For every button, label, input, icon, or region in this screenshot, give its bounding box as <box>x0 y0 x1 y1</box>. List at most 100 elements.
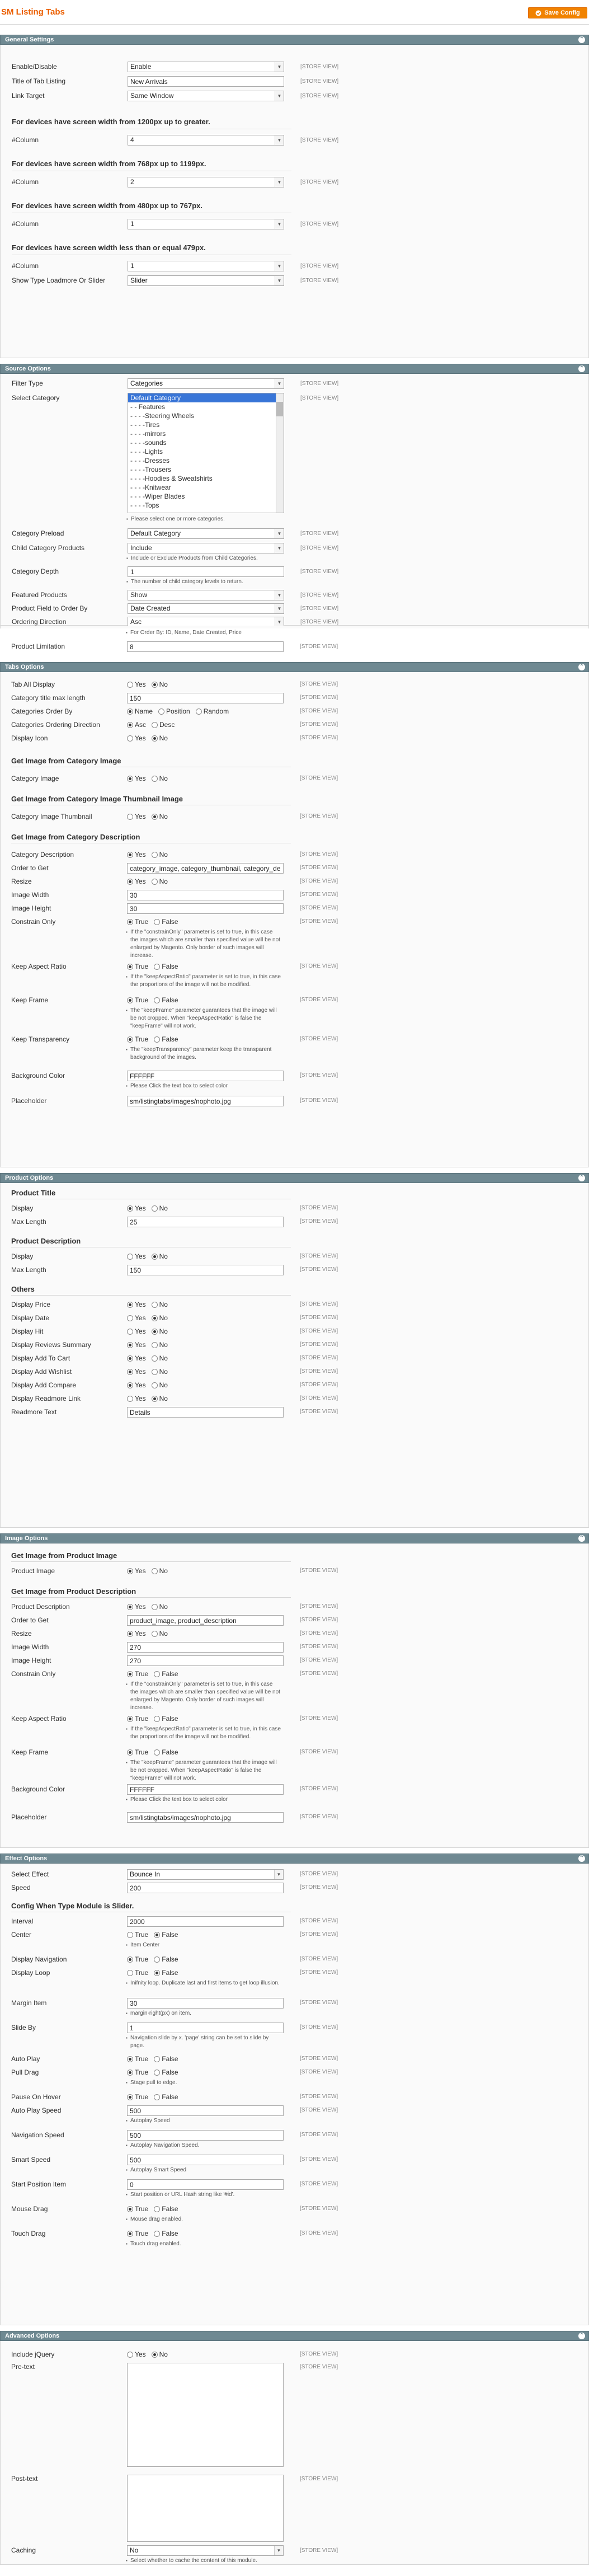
loop-radios[interactable]: True False <box>127 1969 178 1977</box>
radio-option[interactable]: Yes <box>127 813 146 820</box>
radio-option[interactable]: Yes <box>127 1252 146 1260</box>
radio-option[interactable]: Name <box>127 707 153 715</box>
image-height-input[interactable] <box>127 903 284 914</box>
radio-option[interactable]: True <box>127 1035 148 1043</box>
image-placeholder-input[interactable] <box>127 1812 284 1823</box>
frame-radios[interactable]: True False <box>127 996 178 1004</box>
radio-option[interactable]: False <box>154 1955 178 1963</box>
radio-option[interactable]: True <box>127 1969 148 1977</box>
radio-option[interactable]: True <box>127 2093 148 2101</box>
title-display-radios[interactable]: Yes No <box>127 1204 168 1212</box>
radio-option[interactable]: False <box>154 2093 178 2101</box>
thumb-radios[interactable]: Yes No <box>127 813 168 820</box>
category-option[interactable]: - - - -Tops <box>128 501 284 510</box>
radio-option[interactable]: False <box>154 1748 178 1756</box>
radio-option[interactable]: Position <box>158 707 190 715</box>
featured-select[interactable]: Show ▼ <box>128 590 284 600</box>
radio-option[interactable]: No <box>151 1368 168 1376</box>
image-width-input[interactable] <box>127 1642 284 1653</box>
radio-option[interactable]: True <box>127 2230 148 2237</box>
radio-option[interactable]: False <box>154 1035 178 1043</box>
category-option[interactable]: - - - -Wiper Blades <box>128 492 284 501</box>
radio-option[interactable]: False <box>154 996 178 1004</box>
pretext-textarea[interactable] <box>127 2363 284 2467</box>
cat-order-radios[interactable]: Name Position Random <box>127 707 229 715</box>
title-max-input[interactable] <box>127 693 284 703</box>
radio-option[interactable]: Yes <box>127 1354 146 1362</box>
section-general-header[interactable]: General Settings ⌃ <box>0 35 589 45</box>
radio-option[interactable]: True <box>127 1670 148 1678</box>
resize-radios[interactable]: Yes No <box>127 878 168 885</box>
touch-drag-radios[interactable]: True False <box>127 2230 178 2237</box>
display-icon-radios[interactable]: Yes No <box>127 734 168 742</box>
caching-select[interactable]: No ▼ <box>127 2545 284 2556</box>
radio-option[interactable]: Yes <box>127 1567 146 1575</box>
desc-max-length-input[interactable] <box>127 1265 284 1275</box>
radio-option[interactable]: False <box>154 1969 178 1977</box>
save-config-button[interactable]: Save Config <box>528 7 587 18</box>
category-option[interactable]: - - - -Trousers <box>128 465 284 474</box>
autoplay-speed-input[interactable] <box>127 2105 284 2116</box>
radio-option[interactable]: Yes <box>127 775 146 782</box>
category-option[interactable]: - - Features <box>128 402 284 411</box>
radio-option[interactable]: False <box>154 2068 178 2076</box>
radio-option[interactable]: No <box>151 681 168 688</box>
radio-option[interactable]: No <box>151 1630 168 1637</box>
image-bg-color-input[interactable] <box>127 1784 284 1795</box>
category-multiselect[interactable]: Default Category - - Features - - - -Steer… <box>128 393 284 513</box>
radio-option[interactable]: True <box>127 2055 148 2063</box>
radio-option[interactable]: False <box>154 1670 178 1678</box>
radio-option[interactable]: No <box>151 813 168 820</box>
product-desc-radios[interactable]: Yes No <box>127 1603 168 1611</box>
order-get-input[interactable] <box>127 863 284 874</box>
pull-drag-radios[interactable]: True False <box>127 2068 178 2076</box>
category-preload-select[interactable]: Default Category ▼ <box>128 528 284 539</box>
child-products-select[interactable]: Include ▼ <box>128 543 284 553</box>
category-depth-input[interactable] <box>128 566 284 577</box>
radio-option[interactable]: True <box>127 2205 148 2213</box>
speed-input[interactable] <box>127 1883 284 1893</box>
radio-option[interactable]: No <box>151 1314 168 1322</box>
radio-option[interactable]: True <box>127 1955 148 1963</box>
collapse-icon[interactable]: ⌃ <box>578 2333 585 2339</box>
radio-option[interactable]: False <box>154 2205 178 2213</box>
column-768-select[interactable]: 2 ▼ <box>128 177 284 187</box>
image-constrain-radios[interactable]: True False <box>127 1670 178 1678</box>
radio-option[interactable]: Yes <box>127 1314 146 1322</box>
cat-dir-radios[interactable]: Asc Desc <box>127 721 175 729</box>
filter-type-select[interactable]: Categories ▼ <box>128 378 284 389</box>
display-cart-radios[interactable]: Yes No <box>127 1354 168 1362</box>
radio-option[interactable]: False <box>154 1715 178 1723</box>
radio-option[interactable]: Yes <box>127 851 146 858</box>
radio-option[interactable]: Yes <box>127 1395 146 1402</box>
scrollbar[interactable] <box>276 393 284 513</box>
start-position-input[interactable] <box>127 2179 284 2190</box>
collapse-icon[interactable]: ⌃ <box>578 664 585 670</box>
image-width-input[interactable] <box>127 890 284 900</box>
radio-option[interactable]: False <box>154 1931 178 1939</box>
radio-option[interactable]: Yes <box>127 1327 146 1335</box>
image-resize-radios[interactable]: Yes No <box>127 1630 168 1637</box>
radio-option[interactable]: No <box>151 1354 168 1362</box>
radio-option[interactable]: True <box>127 2068 148 2076</box>
column-479-select[interactable]: 1 ▼ <box>128 261 284 271</box>
margin-item-input[interactable] <box>127 1998 284 2009</box>
display-hit-radios[interactable]: Yes No <box>127 1327 168 1335</box>
category-option[interactable]: - - - -mirrors <box>128 429 284 438</box>
radio-option[interactable]: No <box>151 1395 168 1402</box>
nav-speed-input[interactable] <box>127 2130 284 2141</box>
radio-option[interactable]: No <box>151 1204 168 1212</box>
radio-option[interactable]: No <box>151 1252 168 1260</box>
radio-option[interactable]: Yes <box>127 1381 146 1389</box>
radio-option[interactable]: No <box>151 1381 168 1389</box>
category-option[interactable]: - - - -sounds <box>128 438 284 447</box>
radio-option[interactable]: No <box>151 1341 168 1349</box>
category-option[interactable]: - - - -Dresses <box>128 456 284 465</box>
category-option[interactable]: - - - -Lights <box>128 447 284 456</box>
aspect-radios[interactable]: True False <box>127 963 178 970</box>
collapse-icon[interactable]: ⌃ <box>578 365 585 372</box>
radio-option[interactable]: No <box>151 734 168 742</box>
radio-option[interactable]: Yes <box>127 1301 146 1308</box>
radio-option[interactable]: Yes <box>127 1603 146 1611</box>
category-option[interactable]: - - - -Hoodies & Sweatshirts <box>128 474 284 483</box>
